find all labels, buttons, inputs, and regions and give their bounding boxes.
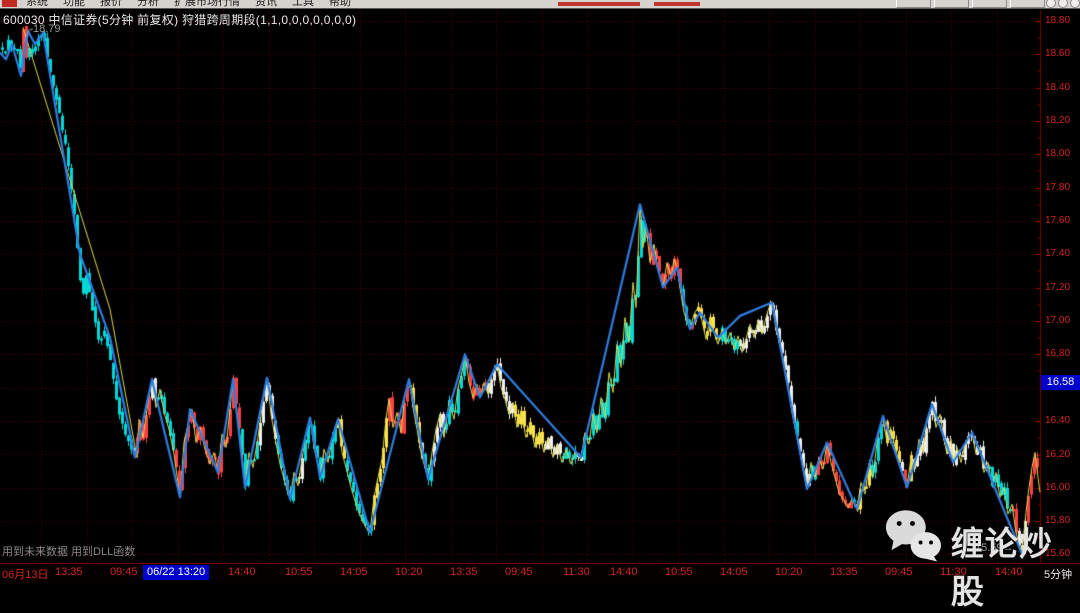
price-axis-label: 16.80 xyxy=(1045,348,1070,359)
toolbar-button[interactable] xyxy=(934,0,969,8)
price-axis-label: 16.20 xyxy=(1045,449,1070,460)
menu-items: 系统 功能 报价 分析 扩展市场行情 资讯 工具 帮助 xyxy=(26,0,351,9)
time-axis-label: 10:20 xyxy=(775,566,803,578)
high-price-annotation: 18.79 xyxy=(33,23,61,35)
notice-text-clipped xyxy=(558,2,700,6)
price-axis-label: 18.00 xyxy=(1045,148,1070,159)
time-axis-label: 11:30 xyxy=(563,566,590,578)
wechat-icon xyxy=(884,505,943,563)
price-axis-label: 16.00 xyxy=(1045,482,1070,493)
time-axis-label: 14:05 xyxy=(340,566,368,578)
notice-fragment xyxy=(654,2,700,6)
price-axis-label: 18.60 xyxy=(1045,48,1070,59)
toolbar-button[interactable] xyxy=(1010,0,1045,8)
watermark: 缠论炒股 xyxy=(884,505,1080,613)
time-axis-label: 13:35 xyxy=(55,566,83,578)
menu-item[interactable]: 帮助 xyxy=(329,0,351,9)
time-axis-label: 14:40 xyxy=(228,566,256,578)
price-axis-label: 17.60 xyxy=(1045,215,1070,226)
time-axis-label: 06月13日 xyxy=(2,566,48,582)
price-axis-label: 17.40 xyxy=(1045,248,1070,259)
menu-item[interactable]: 系统 xyxy=(26,0,48,9)
window-controls xyxy=(1046,0,1080,8)
menu-item[interactable]: 资讯 xyxy=(255,0,277,9)
price-axis-label: 16.40 xyxy=(1045,415,1070,426)
chart-canvas[interactable] xyxy=(0,0,1080,582)
menu-item[interactable]: 扩展市场行情 xyxy=(174,0,240,9)
restore-button[interactable] xyxy=(1058,0,1068,8)
menu-item[interactable]: 工具 xyxy=(292,0,314,9)
toolbar-buttons xyxy=(896,0,1045,8)
toolbar-button[interactable] xyxy=(896,0,931,8)
price-axis-label: 17.20 xyxy=(1045,282,1070,293)
watermark-text: 缠论炒股 xyxy=(951,517,1080,613)
current-price-tag: 16.58 xyxy=(1041,375,1080,390)
future-data-warning: 用到未来数据 用到DLL函数 xyxy=(2,543,135,559)
app-logo-icon xyxy=(2,0,17,7)
menu-item[interactable]: 功能 xyxy=(63,0,85,9)
price-axis-label: 18.80 xyxy=(1045,15,1070,26)
minimize-button[interactable] xyxy=(1046,0,1056,8)
time-axis-label: 14:40 xyxy=(610,566,638,578)
time-axis-label-highlighted: 06/22 13:20 xyxy=(143,565,209,580)
time-axis-label: 10:55 xyxy=(665,566,693,578)
notice-fragment xyxy=(558,2,640,6)
menu-bar: 系统 功能 报价 分析 扩展市场行情 资讯 工具 帮助 xyxy=(0,0,1080,9)
price-axis-label: 18.20 xyxy=(1045,115,1070,126)
time-axis-label: 13:35 xyxy=(450,566,478,578)
time-axis-label: 14:05 xyxy=(720,566,748,578)
price-axis-label: 17.80 xyxy=(1045,182,1070,193)
price-axis-label: 18.40 xyxy=(1045,82,1070,93)
time-axis-label: 10:20 xyxy=(395,566,423,578)
menu-item[interactable]: 分析 xyxy=(137,0,159,9)
toolbar-button[interactable] xyxy=(972,0,1007,8)
price-axis-label: 17.00 xyxy=(1045,315,1070,326)
time-axis-label: 09:45 xyxy=(505,566,533,578)
time-axis-label: 13:35 xyxy=(830,566,858,578)
time-axis-label: 10:55 xyxy=(285,566,313,578)
trading-app-window: { "window": { "menu_items": ["系统", "功能",… xyxy=(0,0,1080,582)
time-axis-label: 09:45 xyxy=(110,566,138,578)
menu-item[interactable]: 报价 xyxy=(100,0,122,9)
close-button[interactable] xyxy=(1070,0,1080,8)
